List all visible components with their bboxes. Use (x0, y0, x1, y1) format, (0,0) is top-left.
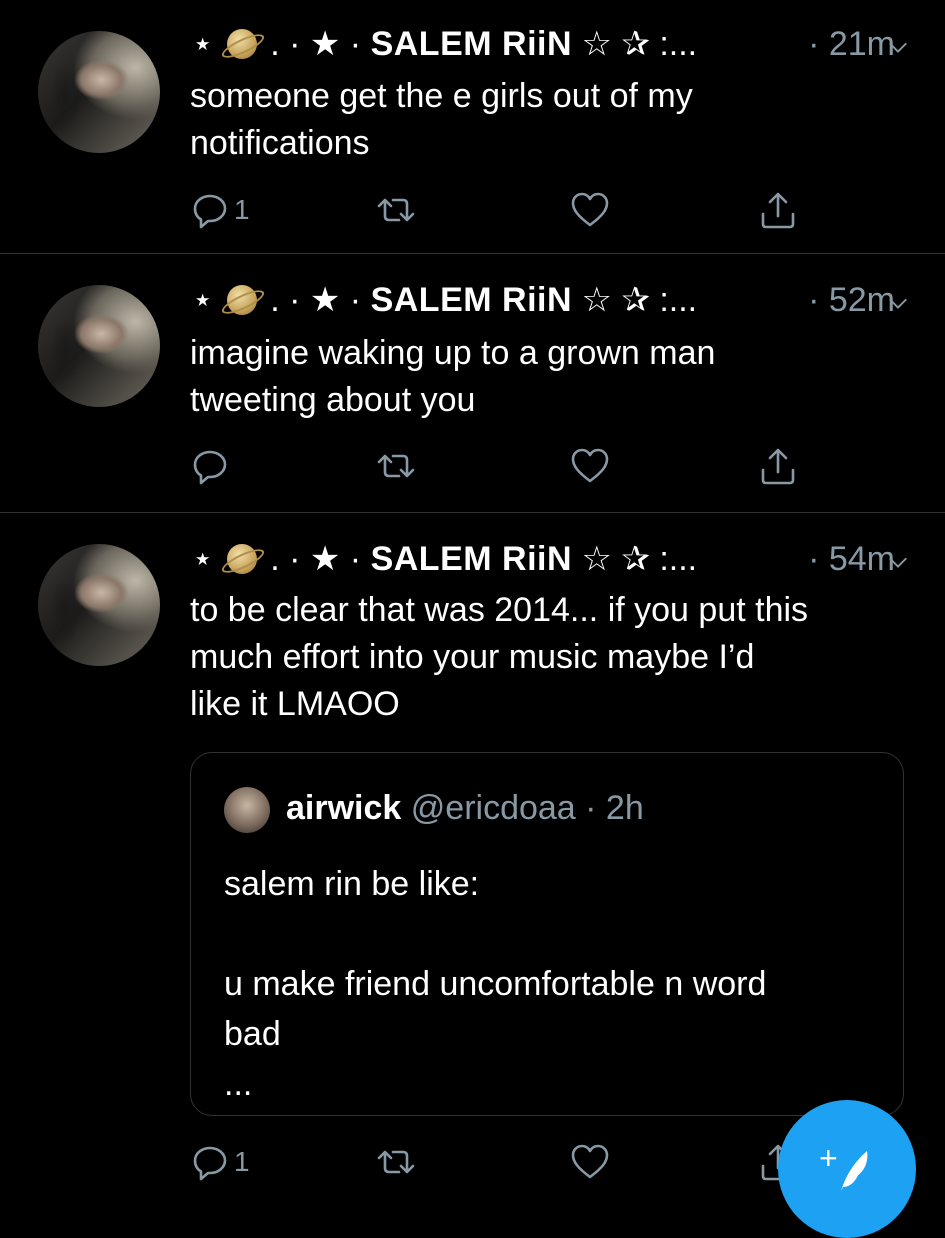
share-icon (761, 192, 795, 229)
author-decoration: . · ★ · (270, 281, 362, 319)
chevron-down-icon[interactable] (887, 36, 909, 58)
saturn-icon (226, 285, 257, 315)
reply-button[interactable]: 1 (190, 1140, 250, 1184)
heart-icon (571, 1144, 609, 1179)
retweet-button[interactable] (376, 444, 416, 488)
saturn-icon (226, 29, 257, 59)
retweet-icon (377, 198, 415, 222)
quoted-time: · 2h (585, 789, 644, 827)
compose-tweet-button[interactable]: + (778, 1100, 916, 1238)
author-prefix: ⋆ (192, 281, 214, 319)
avatar[interactable] (38, 544, 160, 666)
reply-count: 1 (234, 1146, 250, 1177)
author-decoration: . · ★ · (270, 25, 362, 63)
reply-button[interactable] (190, 444, 230, 488)
tweet-time[interactable]: · 54m (808, 540, 895, 579)
heart-icon (571, 192, 609, 227)
author-decoration: . · ★ · (270, 540, 362, 578)
quoted-author-name[interactable]: airwick (286, 789, 401, 827)
compose-plus: + (819, 1140, 838, 1176)
tweet-time[interactable]: · 21m (808, 25, 895, 64)
tweet-text: someone get the e girls out of my notifi… (190, 77, 693, 162)
tweet-actions (190, 444, 810, 488)
saturn-icon (226, 544, 257, 574)
like-button[interactable] (570, 1140, 610, 1184)
like-button[interactable] (570, 188, 610, 232)
reply-icon (193, 1146, 227, 1181)
like-button[interactable] (570, 444, 610, 488)
quoted-handle[interactable]: @ericdoaa (411, 789, 576, 827)
reply-count: 1 (234, 194, 250, 225)
tweet-header: ⋆ . · ★ · SALEM RiiN ☆ ✰ :... · 54m (192, 537, 895, 581)
chevron-down-icon[interactable] (887, 292, 909, 314)
author-name[interactable]: SALEM RiiN (371, 540, 572, 579)
author-prefix: ⋆ (192, 25, 214, 63)
reply-icon (193, 194, 227, 229)
author-name[interactable]: SALEM RiiN (371, 281, 572, 320)
tweet-header: ⋆ . · ★ · SALEM RiiN ☆ ✰ :... · 52m (192, 278, 895, 322)
avatar[interactable] (38, 31, 160, 153)
tweet-actions: 1 (190, 1140, 810, 1184)
heart-icon (571, 448, 609, 483)
chevron-down-icon[interactable] (887, 551, 909, 573)
author-suffix: ☆ ✰ :... (581, 25, 698, 63)
author-name[interactable]: SALEM RiiN (371, 25, 572, 64)
quoted-header: airwick @ericdoaa · 2h (286, 789, 644, 828)
reply-button[interactable]: 1 (190, 188, 250, 232)
author-suffix: ☆ ✰ :... (581, 540, 698, 578)
tweet-text: to be clear that was 2014... if you put … (190, 591, 809, 723)
compose-feather-icon: + (819, 1140, 868, 1191)
quoted-avatar[interactable] (224, 787, 270, 833)
share-icon (761, 448, 795, 485)
tweet-1[interactable]: ⋆ . · ★ · SALEM RiiN ☆ ✰ :... · 21m some… (0, 0, 945, 253)
tweet-text: imagine waking up to a grown man tweetin… (190, 334, 716, 419)
reply-icon (193, 450, 227, 485)
share-button[interactable] (758, 188, 798, 232)
tweet-actions: 1 (190, 188, 810, 232)
quoted-tweet[interactable]: airwick @ericdoaa · 2h salem rin be like… (190, 752, 904, 1116)
retweet-button[interactable] (376, 1140, 416, 1184)
tweet-time[interactable]: · 52m (808, 281, 895, 320)
share-button[interactable] (758, 444, 798, 488)
retweet-icon (377, 1150, 415, 1174)
quoted-text: salem rin be like: u make friend uncomfo… (224, 865, 767, 1103)
avatar[interactable] (38, 285, 160, 407)
author-suffix: ☆ ✰ :... (581, 281, 698, 319)
author-prefix: ⋆ (192, 540, 214, 578)
retweet-icon (377, 454, 415, 478)
tweet-header: ⋆ . · ★ · SALEM RiiN ☆ ✰ :... · 21m (192, 22, 895, 66)
tweet-2[interactable]: ⋆ . · ★ · SALEM RiiN ☆ ✰ :... · 52m imag… (0, 254, 945, 512)
retweet-button[interactable] (376, 188, 416, 232)
